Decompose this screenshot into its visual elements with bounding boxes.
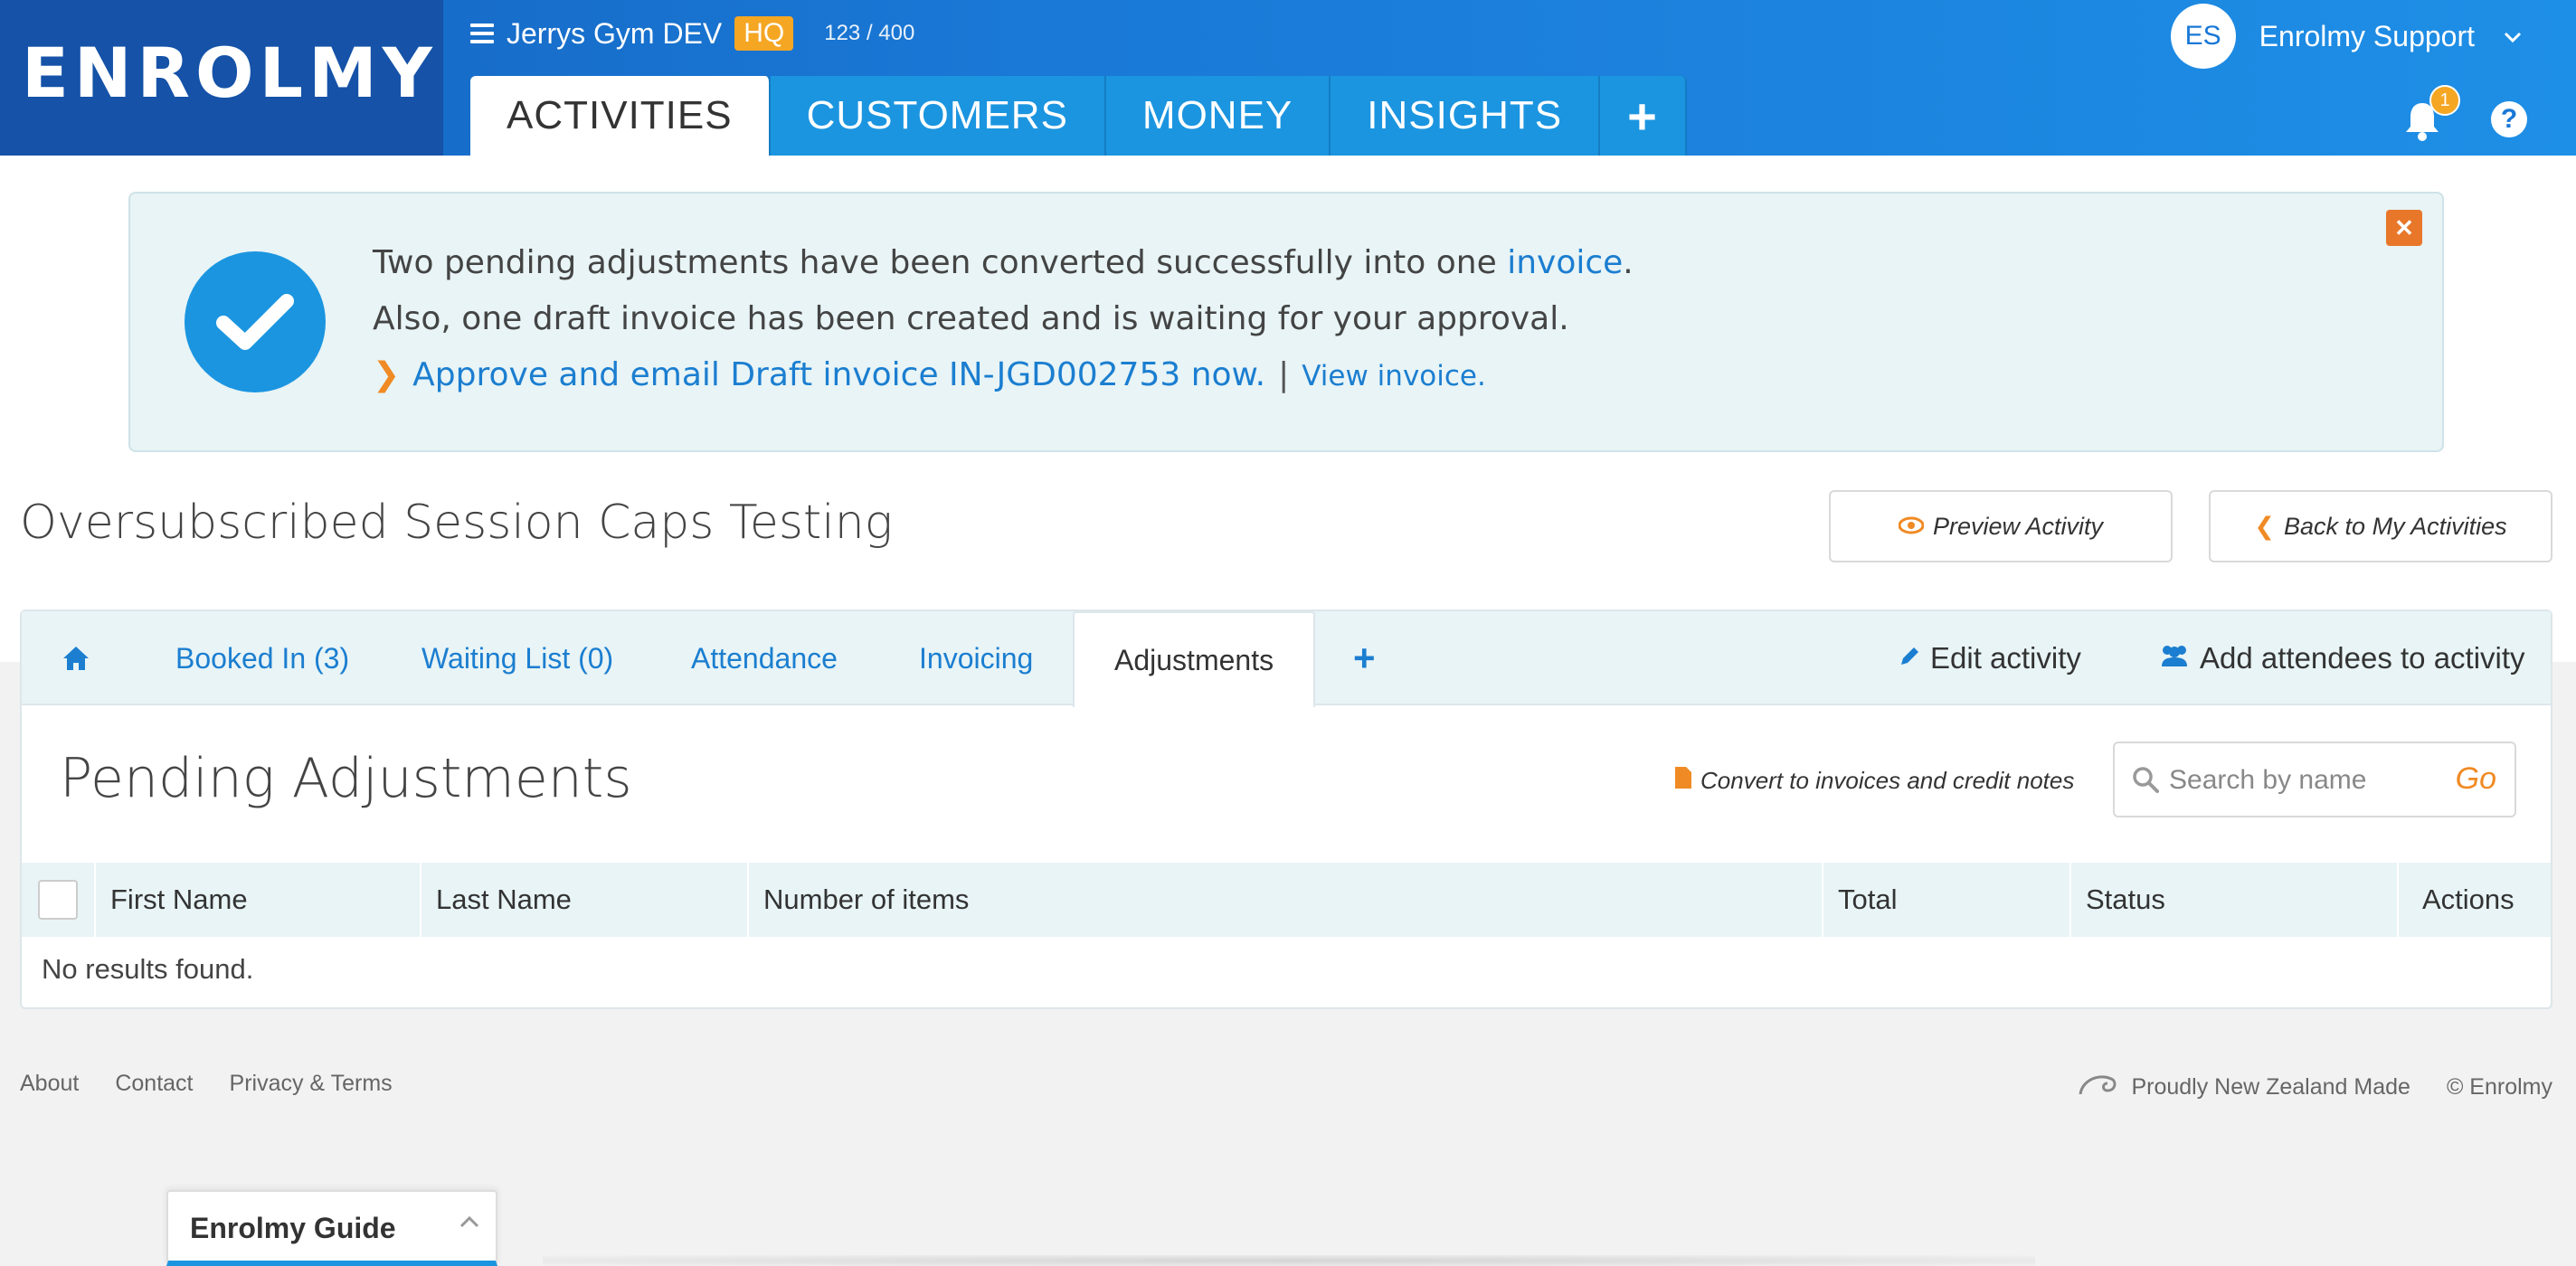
footer-right: Proudly New Zealand Made © Enrolmy <box>2077 1071 2552 1104</box>
close-icon[interactable]: ✕ <box>2386 210 2422 246</box>
view-invoice-link[interactable]: View invoice. <box>1302 360 1486 392</box>
users-icon <box>2158 641 2191 676</box>
main-nav-tabs: ACTIVITIES CUSTOMERS MONEY INSIGHTS + <box>470 76 1687 156</box>
help-icon[interactable]: ? <box>2491 101 2527 137</box>
tab-attendance[interactable]: Attendance <box>691 611 838 705</box>
section-title: Pending Adjustments <box>60 747 632 810</box>
tab-customers[interactable]: CUSTOMERS <box>770 76 1106 156</box>
add-tab-plus-icon[interactable]: + <box>1600 76 1687 156</box>
footer-link-contact[interactable]: Contact <box>115 1071 193 1097</box>
back-to-my-activities-label: Back to My Activities <box>2284 512 2507 540</box>
empty-state: No results found. <box>42 953 254 985</box>
org-name[interactable]: Jerrys Gym DEV <box>507 17 722 51</box>
alert-message-line-2: Also, one draft invoice has been created… <box>373 300 1569 337</box>
copyright: © Enrolmy <box>2446 1074 2552 1100</box>
page-title: Oversubscribed Session Caps Testing <box>20 496 893 550</box>
user-menu[interactable]: ES Enrolmy Support <box>2170 0 2522 72</box>
chevron-left-icon: ❮ <box>2254 512 2276 540</box>
approve-email-invoice-link[interactable]: Approve and email Draft invoice IN-JGD00… <box>412 356 1265 393</box>
footer-links: About Contact Privacy & Terms <box>20 1071 393 1097</box>
pencil-icon <box>1898 641 1921 676</box>
eye-icon <box>1898 513 1925 541</box>
table-header: First Name Last Name Number of items Tot… <box>22 863 2551 937</box>
home-icon[interactable] <box>62 611 90 705</box>
edit-activity-label: Edit activity <box>1930 641 2081 675</box>
tab-waiting-list[interactable]: Waiting List (0) <box>421 611 613 705</box>
notification-count-badge: 1 <box>2429 85 2460 116</box>
convert-label: Convert to invoices and credit notes <box>1700 767 2075 794</box>
go-button[interactable]: Go <box>2456 761 2496 797</box>
bell-icon[interactable]: 1 <box>2402 85 2460 145</box>
bottom-shadow <box>543 1255 2035 1266</box>
invoice-link[interactable]: invoice <box>1507 244 1623 281</box>
alert-text: Two pending adjustments have been conver… <box>373 244 1508 281</box>
tab-money[interactable]: MONEY <box>1105 76 1331 156</box>
footer-link-privacy[interactable]: Privacy & Terms <box>230 1071 393 1097</box>
checkmark-icon <box>185 251 326 392</box>
avatar[interactable]: ES <box>2170 4 2236 69</box>
preview-activity-label: Preview Activity <box>1932 512 2104 540</box>
select-all-checkbox[interactable] <box>38 880 78 920</box>
footer-link-about[interactable]: About <box>20 1071 79 1097</box>
tab-activities[interactable]: ACTIVITIES <box>470 76 771 156</box>
chevron-right-icon: ❯ <box>373 356 401 393</box>
hamburger-menu-icon[interactable] <box>470 24 494 43</box>
user-name[interactable]: Enrolmy Support <box>2259 20 2475 53</box>
add-tab-plus-icon[interactable]: + <box>1353 611 1376 705</box>
enrolmy-logo[interactable]: ENROLMY <box>22 33 438 113</box>
usage-counter: 123 / 400 <box>824 21 915 45</box>
tab-invoicing[interactable]: Invoicing <box>919 611 1033 705</box>
chevron-down-icon[interactable] <box>2504 24 2522 48</box>
activity-tabs: Booked In (3) Waiting List (0) Attendanc… <box>22 611 2551 707</box>
made-in-text: Proudly New Zealand Made <box>2131 1074 2410 1100</box>
column-number-of-items[interactable]: Number of items <box>749 863 1823 937</box>
column-total[interactable]: Total <box>1823 863 2071 937</box>
search-input[interactable] <box>2169 760 2440 801</box>
back-to-my-activities-button[interactable]: ❮ Back to My Activities <box>2209 490 2552 562</box>
add-attendees-button[interactable]: Add attendees to activity <box>2158 611 2525 705</box>
enrolmy-guide-widget[interactable]: Enrolmy Guide <box>166 1190 497 1266</box>
column-status[interactable]: Status <box>2071 863 2399 937</box>
search-icon <box>2131 765 2162 796</box>
edit-activity-button[interactable]: Edit activity <box>1898 611 2081 705</box>
select-all-cell <box>22 863 96 937</box>
alert-actions: ❯ Approve and email Draft invoice IN-JGD0… <box>373 356 1486 393</box>
separator: | <box>1278 356 1290 393</box>
success-alert: Two pending adjustments have been conver… <box>128 192 2444 452</box>
convert-to-invoices-button[interactable]: Convert to invoices and credit notes <box>1673 765 2074 797</box>
column-last-name[interactable]: Last Name <box>421 863 749 937</box>
file-icon <box>1673 765 1693 797</box>
guide-title: Enrolmy Guide <box>190 1212 396 1244</box>
fern-icon <box>2077 1071 2118 1104</box>
add-attendees-label: Add attendees to activity <box>2200 641 2525 675</box>
nz-made: Proudly New Zealand Made <box>2077 1071 2410 1104</box>
search-box: Go <box>2113 742 2516 817</box>
tab-booked-in[interactable]: Booked In (3) <box>175 611 349 705</box>
hq-badge: HQ <box>734 16 794 51</box>
org-switcher[interactable]: Jerrys Gym DEV HQ 123 / 400 <box>470 16 914 51</box>
alert-message-line-1: Two pending adjustments have been conver… <box>373 244 1634 281</box>
activity-card: Booked In (3) Waiting List (0) Attendanc… <box>20 609 2552 1009</box>
column-first-name[interactable]: First Name <box>96 863 421 937</box>
chevron-up-icon[interactable] <box>459 1215 479 1233</box>
tab-insights[interactable]: INSIGHTS <box>1331 76 1601 156</box>
logo-block: ENROLMY <box>0 0 443 156</box>
preview-activity-button[interactable]: Preview Activity <box>1829 490 2173 562</box>
tab-adjustments[interactable]: Adjustments <box>1073 611 1316 707</box>
alert-period: . <box>1623 244 1634 281</box>
top-header: ENROLMY Jerrys Gym DEV HQ 123 / 400 ACTI… <box>0 0 2576 156</box>
column-actions: Actions <box>2422 883 2514 915</box>
